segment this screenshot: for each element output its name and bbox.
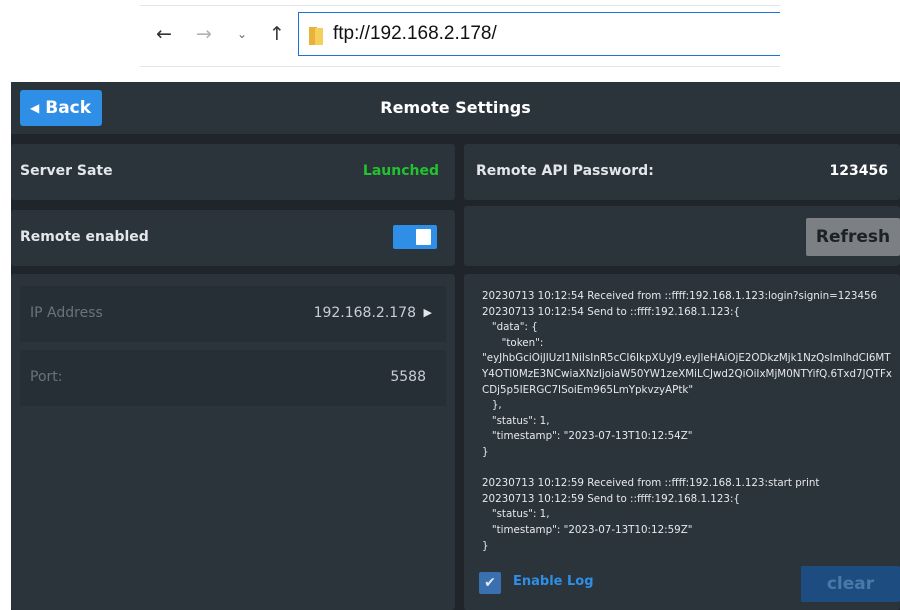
ip-address-value: 192.168.2.178 [313, 305, 416, 321]
divider [140, 66, 780, 67]
remote-enabled-toggle[interactable] [393, 225, 437, 249]
api-password-label: Remote API Password: [476, 163, 654, 179]
forward-arrow-icon[interactable]: → [193, 22, 215, 46]
server-status-value: Launched [362, 163, 439, 179]
port-label: Port: [30, 369, 63, 385]
network-panel: IP Address 192.168.2.178 ▶ Port: 5588 [11, 274, 455, 610]
page-title: Remote Settings [380, 98, 531, 117]
back-button-label: Back [45, 98, 92, 118]
log-text: 20230713 10:12:54 Received from ::ffff:1… [482, 290, 892, 552]
address-bar[interactable]: ftp://192.168.2.178/ [298, 12, 780, 56]
api-password-value: 123456 [829, 163, 888, 179]
explorer-address-strip: ← → ⌄ ↑ ftp://192.168.2.178/ [0, 0, 900, 72]
ip-address-label: IP Address [30, 305, 103, 321]
divider [140, 5, 780, 6]
remote-enabled-label: Remote enabled [20, 229, 149, 245]
toggle-knob [416, 229, 431, 245]
enable-log-label[interactable]: Enable Log [513, 574, 594, 589]
folder-icon [309, 27, 323, 45]
clear-log-button[interactable]: clear [801, 566, 900, 602]
recent-locations-chevron-icon[interactable]: ⌄ [231, 22, 253, 46]
up-arrow-icon[interactable]: ↑ [266, 22, 288, 46]
server-state-row: Server Sate Launched [11, 144, 455, 200]
back-triangle-icon: ◀ [30, 101, 40, 115]
caret-right-icon: ▶ [423, 306, 432, 319]
header-bar: Remote Settings ◀ Back [11, 82, 900, 134]
remote-settings-screen: Remote Settings ◀ Back Server Sate Launch… [11, 82, 900, 610]
port-value: 5588 [390, 369, 426, 385]
port-row: Port: 5588 [20, 350, 446, 406]
server-state-label: Server Sate [20, 163, 113, 179]
back-arrow-icon[interactable]: ← [153, 22, 175, 46]
address-path[interactable]: ftp://192.168.2.178/ [333, 23, 497, 45]
enable-log-checkbox[interactable]: ✔ [479, 572, 501, 594]
api-password-row: Remote API Password: 123456 [464, 144, 900, 200]
remote-enabled-row: Remote enabled [11, 210, 455, 266]
back-button[interactable]: ◀ Back [20, 90, 102, 126]
ip-address-row[interactable]: IP Address 192.168.2.178 ▶ [20, 286, 446, 342]
log-view[interactable]: 20230713 10:12:54 Received from ::ffff:1… [474, 280, 900, 555]
refresh-button[interactable]: Refresh [806, 218, 900, 256]
